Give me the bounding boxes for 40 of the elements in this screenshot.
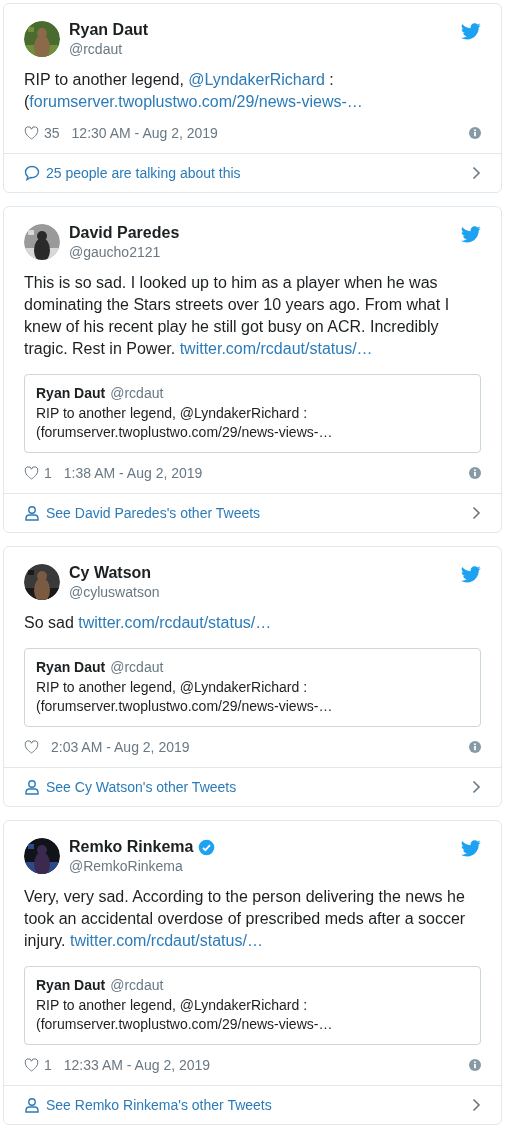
tweet-text: So sad twitter.com/rcdaut/status/… — [24, 613, 273, 633]
user-handle[interactable]: @gaucho2121 — [69, 244, 452, 260]
tweet-text: Very, very sad. According to the person delivering the news he took an accidental overdose of prescribed meds after a soccer injury. twitter.com/rcdaut/status/… — [24, 887, 467, 951]
tweet-time[interactable]: 2:03 AM - Aug 2, 2019 — [51, 739, 190, 755]
quoted-tweet[interactable]: Ryan Daut @rcdaut RIP to another legend, @LyndakerRichard : (forumserver.twoplustwo.com/29/news-views-… — [24, 648, 481, 727]
tweet-link[interactable]: forumserver.twoplustwo.com/29/news-views-… — [29, 93, 363, 110]
tweet-link[interactable]: @LyndakerRichard — [188, 71, 325, 88]
user-name[interactable]: Ryan Daut — [69, 21, 149, 39]
user-name[interactable]: Remko Rinkema — [69, 838, 194, 856]
tweet-time[interactable]: 12:30 AM - Aug 2, 2019 — [71, 125, 218, 141]
user-handle[interactable]: @cyluswatson — [69, 584, 452, 600]
quoted-text: RIP to another legend, @LyndakerRichard : (forumserver.twoplustwo.com/29/news-views-… — [36, 678, 334, 716]
like-count: 1 — [44, 465, 52, 481]
quoted-user-handle: @rcdaut — [110, 384, 164, 403]
user-handle[interactable]: @RemkoRinkema — [69, 858, 452, 874]
quoted-user-handle: @rcdaut — [110, 658, 164, 677]
quoted-text: RIP to another legend, @LyndakerRichard : (forumserver.twoplustwo.com/29/news-views-… — [36, 996, 334, 1034]
quoted-tweet[interactable]: Ryan Daut @rcdaut RIP to another legend, @LyndakerRichard : (forumserver.twoplustwo.com/29/news-views-… — [24, 966, 481, 1045]
tweet-link[interactable]: twitter.com/rcdaut/status/… — [78, 614, 272, 631]
tweet-link[interactable]: twitter.com/rcdaut/status/… — [69, 932, 263, 949]
like-count: 1 — [44, 1057, 52, 1073]
quoted-user-name: Ryan Daut — [36, 976, 106, 995]
quoted-user-name: Ryan Daut — [36, 658, 106, 677]
user-name[interactable]: Cy Watson — [69, 564, 152, 582]
quoted-tweet[interactable]: Ryan Daut @rcdaut RIP to another legend, @LyndakerRichard : (forumserver.twoplustwo.com/29/news-views-… — [24, 374, 481, 453]
user-name[interactable]: David Paredes — [69, 224, 180, 242]
tweet-text: RIP to another legend, @LyndakerRichard : (forumserver.twoplustwo.com/29/news-views-… — [24, 70, 364, 112]
tweet-time[interactable]: 1:38 AM - Aug 2, 2019 — [63, 465, 203, 481]
tweet-time[interactable]: 12:33 AM - Aug 2, 2019 — [63, 1057, 211, 1073]
footer-link[interactable]: See Remko Rinkema's other Tweets — [4, 1085, 501, 1124]
quoted-user-name: Ryan Daut — [36, 384, 106, 403]
user-handle[interactable]: @rcdaut — [69, 41, 452, 57]
quoted-text: RIP to another legend, @LyndakerRichard : (forumserver.twoplustwo.com/29/news-views-… — [36, 404, 334, 442]
tweet-link[interactable]: twitter.com/rcdaut/status/… — [179, 340, 373, 357]
footer-link[interactable]: See David Paredes's other Tweets — [4, 493, 501, 532]
tweet-text: This is so sad. I looked up to him as a player when he was dominating the Stars streets over 10 years ago. From what I knew of his recent play he still got busy on ACR. Incredibly tragic. Rest in Power. twitter.com/rcdaut/status/… — [24, 273, 451, 359]
footer-link[interactable]: 25 people are talking about this — [4, 153, 501, 192]
footer-link[interactable]: See Cy Watson's other Tweets — [4, 767, 501, 806]
like-count: 35 — [44, 125, 60, 141]
quoted-user-handle: @rcdaut — [110, 976, 164, 995]
